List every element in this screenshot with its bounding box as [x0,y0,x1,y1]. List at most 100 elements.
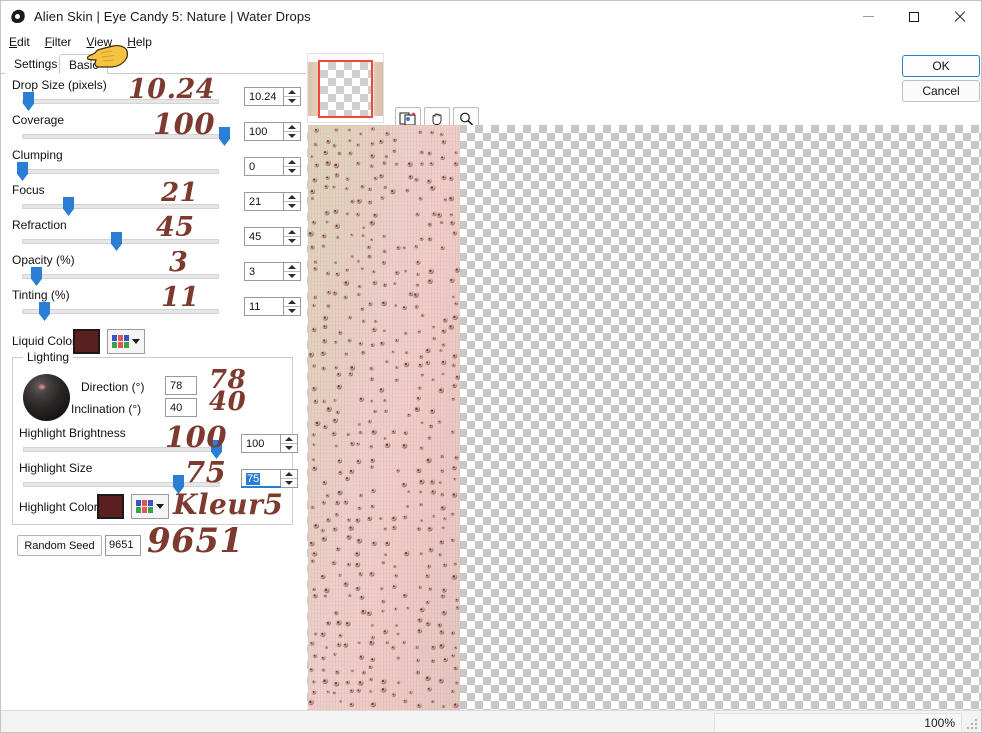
label-drop-size: Drop Size (pixels) [12,78,107,92]
param-row-refraction: Refraction 45 45 [1,212,306,253]
annotation-opacity: 3 [169,247,189,278]
input-focus[interactable]: 21 [244,192,284,211]
input-highlight-brightness[interactable]: 100 [241,434,281,453]
menu-item-filter-label: ilter [52,35,72,49]
highlight-color-palette-button[interactable] [131,494,169,519]
annotation-focus: 21 [161,178,199,208]
zoom-level-label: 100% [924,716,955,730]
color-palette-icon [112,335,129,348]
preview-water-drops [308,126,460,708]
menu-item-view[interactable]: View [86,35,112,49]
annotation-refraction: 45 [156,212,195,243]
highlight-color-swatch[interactable] [97,494,124,519]
input-refraction[interactable]: 45 [244,227,284,246]
label-inclination: Inclination (°) [71,402,142,416]
slider-thumb-focus[interactable] [63,197,74,216]
label-liquid-color: Liquid Color [12,334,77,348]
light-direction-sphere-icon[interactable] [23,374,70,421]
input-opacity[interactable]: 3 [244,262,284,281]
maximize-button[interactable] [891,1,937,32]
input-clumping[interactable]: 0 [244,157,284,176]
menu-item-help[interactable]: Help [127,35,152,49]
input-inclination[interactable]: 40 [165,398,197,417]
param-row-tinting: Tinting (%) 11 11 [1,282,306,323]
color-palette-icon [136,500,153,513]
alienskin-logo-icon [9,7,27,25]
menu-item-filter-mnemonic: F [44,35,53,49]
spinner-focus[interactable] [284,192,301,211]
chevron-down-icon [156,504,164,509]
menu-bar: Edit Filter View Help [1,32,981,52]
annotation-highlight-color: Kleur5 [173,488,284,521]
input-direction[interactable]: 78 [165,376,197,395]
annotation-tinting: 11 [161,282,200,313]
liquid-color-swatch[interactable] [73,329,100,354]
slider-track-opacity[interactable] [22,274,219,279]
slider-thumb-refraction[interactable] [111,232,122,251]
preview-canvas[interactable] [307,125,981,710]
param-row-focus: Focus 21 21 [1,178,306,218]
menu-item-help-label: elp [135,35,152,49]
annotation-random-seed: 9651 [147,521,244,561]
input-tinting[interactable]: 11 [244,297,284,316]
lighting-legend: Lighting [23,350,74,364]
spinner-highlight-size[interactable] [281,469,298,488]
slider-thumb-tinting[interactable] [39,302,50,321]
liquid-color-palette-button[interactable] [107,329,145,354]
status-bar: 100% [1,710,981,732]
spinner-tinting[interactable] [284,297,301,316]
label-highlight-size: Highlight Size [19,461,93,475]
parameters-panel: Drop Size (pixels) 10.24 10.24 Coverage … [1,74,306,710]
input-drop-size[interactable]: 10.24 [244,87,284,106]
tab-settings[interactable]: Settings [5,54,67,74]
param-row-coverage: Coverage 100 100 [1,107,306,148]
ok-button[interactable]: OK [902,55,980,77]
random-seed-row: Random Seed 9651 9651 [1,521,306,561]
spinner-highlight-brightness[interactable] [281,434,298,453]
resize-grip-icon[interactable] [967,719,979,731]
minimize-button[interactable] [845,1,891,32]
menu-item-help-mnemonic: H [127,35,136,49]
menu-item-edit[interactable]: Edit [9,35,30,49]
input-highlight-size-value: 75 [246,473,261,485]
preview-image [308,125,460,710]
close-button[interactable] [937,1,981,32]
spinner-clumping[interactable] [284,157,301,176]
label-opacity: Opacity (%) [12,253,75,267]
spinner-refraction[interactable] [284,227,301,246]
spinner-opacity[interactable] [284,262,301,281]
label-tinting: Tinting (%) [12,288,70,302]
menu-item-filter[interactable]: Filter [45,35,72,49]
window-controls [845,1,981,32]
label-refraction: Refraction [12,218,67,232]
navigator-thumbnail[interactable] [307,53,384,123]
slider-thumb-drop-size[interactable] [23,92,34,111]
label-highlight-brightness: Highlight Brightness [19,426,126,440]
input-coverage[interactable]: 100 [244,122,284,141]
annotation-drop-size: 10.24 [128,74,216,105]
annotation-highlight-size: 75 [185,455,227,489]
navigator-viewport-rect[interactable] [318,60,373,118]
slider-thumb-clumping[interactable] [17,162,28,181]
label-highlight-color: Highlight Color [19,500,98,514]
slider-thumb-opacity[interactable] [31,267,42,286]
menu-item-edit-mnemonic: E [9,35,18,49]
title-bar: Alien Skin | Eye Candy 5: Nature | Water… [1,1,981,32]
annotation-coverage: 100 [153,107,216,141]
label-coverage: Coverage [12,113,65,127]
tab-basic[interactable]: Basic [59,54,109,74]
param-row-opacity: Opacity (%) 3 3 [1,247,306,288]
label-clumping: Clumping [12,148,63,162]
spinner-coverage[interactable] [284,122,301,141]
preview-pane [307,53,981,710]
slider-track-clumping[interactable] [22,169,219,174]
annotation-highlight-brightness: 100 [165,420,228,454]
slider-thumb-coverage[interactable] [219,127,230,146]
tab-strip: Settings Basic [1,53,306,74]
label-direction: Direction (°) [81,380,145,394]
spinner-drop-size[interactable] [284,87,301,106]
input-highlight-size[interactable]: 75 [241,469,283,488]
random-seed-input[interactable]: 9651 [105,535,141,556]
random-seed-button[interactable]: Random Seed [17,535,102,556]
cancel-button[interactable]: Cancel [902,80,980,102]
